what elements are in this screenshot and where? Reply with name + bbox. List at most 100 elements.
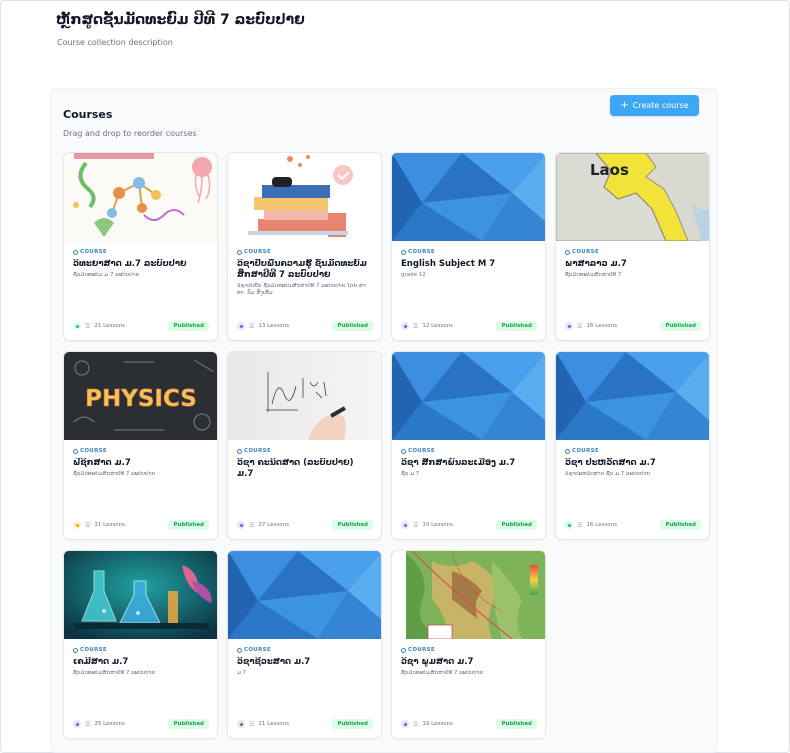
course-thumbnail <box>392 153 545 241</box>
collection-description[interactable]: Course collection description <box>57 38 173 47</box>
course-tag-icon <box>401 249 406 255</box>
author-avatar <box>401 521 409 529</box>
course-thumbnail <box>392 352 545 440</box>
course-thumbnail <box>228 551 381 639</box>
svg-text:PHYSICS: PHYSICS <box>85 386 197 412</box>
lesson-count-label: 27 Lessons <box>258 522 289 528</box>
course-tag: COURSE <box>73 249 208 255</box>
status-badge: Published <box>168 321 209 331</box>
status-badge: Published <box>660 520 701 530</box>
course-tag-label: COURSE <box>408 647 435 653</box>
course-tag: COURSE <box>565 448 700 454</box>
create-course-button[interactable]: + Create course <box>610 95 699 116</box>
lesson-count-label: 25 Lessons <box>94 721 125 727</box>
course-tag-icon <box>237 249 242 255</box>
course-tag-icon <box>73 647 78 653</box>
list-icon: ☰ <box>413 322 419 330</box>
course-description: ຊັ້ນມັດທະຍົມສຶກສາປີທີ 7 ລະບົບປາຍ <box>73 670 156 676</box>
lesson-count-label: 31 Lessons <box>94 522 125 528</box>
course-card[interactable]: Laos COURSE ພາສາລາວ ມ.7 ຊັ້ນມັດທະຍົມສຶກສ… <box>555 152 710 341</box>
lesson-count-label: 12 Lessons <box>422 323 453 329</box>
list-icon: ☰ <box>249 521 255 529</box>
course-tag-label: COURSE <box>244 647 271 653</box>
list-icon: ☰ <box>249 322 255 330</box>
list-icon: ☰ <box>249 720 255 728</box>
status-badge: Published <box>332 321 373 331</box>
lesson-count: ☰ 25 Lessons <box>73 720 125 728</box>
list-icon: ☰ <box>413 521 419 529</box>
author-avatar <box>237 521 245 529</box>
course-card[interactable]: COURSE ວິຊາ ສຶກສາພົນລະເມືອງ ມ.7 ຊັ້ນ ມ.7… <box>391 351 546 540</box>
lesson-count-label: 16 Lessons <box>586 323 617 329</box>
books-illustration-image <box>228 153 381 241</box>
course-tag: COURSE <box>237 448 372 454</box>
course-tag: COURSE <box>73 647 208 653</box>
course-tag-label: COURSE <box>408 448 435 454</box>
course-card[interactable]: PHYSICS COURSE ຟີຊິກສາດ ມ.7 ຊັ້ນມັດທະຍົມ… <box>63 351 218 540</box>
blue-polygon-image <box>556 352 709 440</box>
course-tag-label: COURSE <box>80 249 107 255</box>
svg-text:Laos: Laos <box>590 161 629 179</box>
course-card[interactable]: COURSE ວິຊາປັບພື້ນຄວາມຮູ້ ຊັ້ນມັດທະຍົມສຶ… <box>227 152 382 341</box>
course-thumbnail <box>392 551 545 639</box>
course-card[interactable]: COURSE English Subject M 7 grade 12 ☰ 12… <box>391 152 546 341</box>
lesson-count-label: 13 Lessons <box>258 323 289 329</box>
course-thumbnail <box>228 352 381 440</box>
course-title: ເຄມີສາດ ມ.7 <box>73 657 129 667</box>
course-tag-icon <box>565 448 570 454</box>
course-thumbnail <box>64 551 217 639</box>
course-description: grade 12 <box>401 272 426 278</box>
topographic-map-image <box>392 551 545 639</box>
status-badge: Published <box>496 719 537 729</box>
course-description: ຊັ້ນມັດທະຍົມສຶກສາປີທີ 7 ລະບົບປາຍ <box>401 670 484 676</box>
lesson-count-label: 19 Lessons <box>422 721 453 727</box>
course-card[interactable]: COURSE ວິຊາ ຄະນິດສາດ (ລະບົບປາຍ) ມ.7 ☰ 27… <box>227 351 382 540</box>
list-icon: ☰ <box>85 720 91 728</box>
list-icon: ☰ <box>577 322 583 330</box>
lesson-count: ☰ 16 Lessons <box>565 322 617 330</box>
course-card[interactable]: COURSE ເຄມີສາດ ມ.7 ຊັ້ນມັດທະຍົມສຶກສາປີທີ… <box>63 550 218 739</box>
course-card[interactable]: COURSE ວິທະຍາສາດ ມ.7 ລະບົບປາຍ ຊັ້ນມັດທະຍ… <box>63 152 218 341</box>
course-description: ຊັ້ນມັດທະຍົມ ມ.7 ລະບົບປາຍ <box>73 272 140 278</box>
whiteboard-image <box>228 352 381 440</box>
course-title: ຟີຊິກສາດ ມ.7 <box>73 458 131 468</box>
author-avatar <box>73 521 81 529</box>
course-tag-label: COURSE <box>244 249 271 255</box>
author-avatar <box>401 322 409 330</box>
course-title: ວິຊາ ພູມສາດ ມ.7 <box>401 657 474 667</box>
course-description: ວິຊາປັບພື້ນ ຊັ້ນມັດທະຍົມສຶກສາປີທີ 7 ລະບົ… <box>237 283 366 296</box>
course-card[interactable]: COURSE ວິຊາ ປະຫວັດສາດ ມ.7 ວິຊາປະຫວັດສາດ … <box>555 351 710 540</box>
course-title: ວິຊາ ປະຫວັດສາດ ມ.7 <box>565 458 656 468</box>
course-title: ວິຊາປັບພື້ນຄວາມຮູ້ ຊັ້ນມັດທະຍົມສຶກສາປີທີ… <box>237 259 367 280</box>
lesson-count-label: 21 Lessons <box>258 721 289 727</box>
create-course-label: Create course <box>632 101 689 110</box>
course-thumbnail <box>556 352 709 440</box>
course-tag: COURSE <box>237 249 372 255</box>
course-thumbnail: Laos <box>556 153 709 241</box>
course-card[interactable]: COURSE ວິຊາ ພູມສາດ ມ.7 ຊັ້ນມັດທະຍົມສຶກສາ… <box>391 550 546 739</box>
science-illustration-image <box>64 153 217 241</box>
course-title: English Subject M 7 <box>401 259 496 269</box>
chemistry-lab-image <box>64 551 217 639</box>
status-badge: Published <box>332 719 373 729</box>
lesson-count-label: 21 Lessons <box>94 323 125 329</box>
author-avatar <box>73 720 81 728</box>
course-description: ມ.7 <box>237 670 247 676</box>
courses-heading: Courses <box>63 108 113 121</box>
status-badge: Published <box>168 520 209 530</box>
lesson-count: ☰ 27 Lessons <box>237 521 289 529</box>
course-tag-label: COURSE <box>80 647 107 653</box>
list-icon: ☰ <box>577 521 583 529</box>
course-tag-icon <box>73 448 78 454</box>
course-card[interactable]: COURSE ວິຊາຊີວະສາດ ມ.7 ມ.7 ☰ 21 Lessons … <box>227 550 382 739</box>
course-description: ຊັ້ນ ມ.7 <box>401 471 420 477</box>
course-tag-icon <box>401 448 406 454</box>
course-tag-label: COURSE <box>572 249 599 255</box>
course-description: ວິຊາປະຫວັດສາດ ຊັ້ນ ມ.7 ລະບົບປາຍ <box>565 471 651 477</box>
plus-icon: + <box>620 99 629 111</box>
course-tag-icon <box>237 448 242 454</box>
course-title: ວິຊາຊີວະສາດ ມ.7 <box>237 657 311 667</box>
course-title: ວິຊາ ສຶກສາພົນລະເມືອງ ມ.7 <box>401 458 516 468</box>
lesson-count: ☰ 16 Lessons <box>565 521 617 529</box>
physics-chalkboard-image: PHYSICS <box>64 352 217 440</box>
